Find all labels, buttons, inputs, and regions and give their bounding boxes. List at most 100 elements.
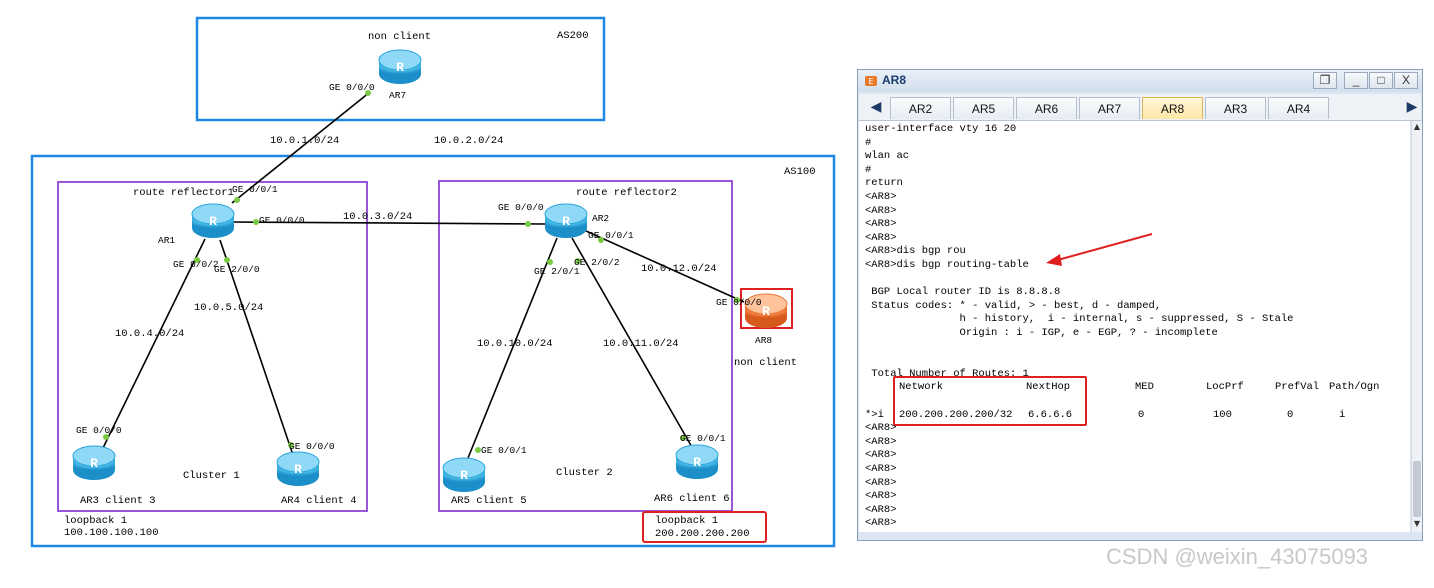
- app-icon: E: [865, 76, 877, 86]
- console-line: #: [865, 136, 872, 149]
- title-bar: E AR8 ❐ _ □ X: [858, 70, 1422, 92]
- scroll-up-icon[interactable]: ▲: [1412, 122, 1422, 134]
- route-highlight-box: [893, 376, 1087, 426]
- console-line: #: [865, 163, 872, 176]
- as200-label: AS200: [557, 30, 589, 42]
- loopback1-label: loopback 1: [64, 515, 127, 527]
- route-table-header: MED: [1135, 381, 1154, 394]
- route-cell-locprf: 100: [1213, 408, 1232, 421]
- ar2-name-label: AR2: [592, 213, 609, 224]
- link-ar1-ar3: [102, 238, 206, 449]
- cluster1-label: Cluster 1: [183, 470, 240, 482]
- route-status: *>i: [865, 408, 884, 421]
- ar6-label: AR6 client 6: [654, 493, 730, 505]
- console-line: Origin : i - IGP, e - EGP, ? - incomplet…: [865, 327, 1218, 339]
- router-glyph: R: [209, 214, 217, 229]
- console-line: Status codes: * - valid, > - best, d - d…: [865, 299, 1162, 312]
- tab-ar7[interactable]: AR7: [1079, 97, 1140, 119]
- ar4-label: AR4 client 4: [281, 495, 357, 507]
- vertical-scrollbar[interactable]: ▲ ▼: [1411, 121, 1422, 532]
- scroll-thumb[interactable]: [1413, 461, 1421, 517]
- tab-bar: ◀ AR2 AR5 AR6 AR7 AR8 AR3 AR4 ▶: [859, 94, 1421, 121]
- ar1-port-down-label: GE 2/0/0: [214, 264, 260, 275]
- link-label-ar2-ar5: 10.0.10.0/24: [477, 338, 553, 350]
- route-table-header: LocPrf: [1206, 381, 1244, 394]
- console-line: <AR8>: [865, 218, 897, 231]
- ar3-port-label: GE 0/0/0: [76, 425, 122, 436]
- console-line: <AR8>: [865, 476, 897, 489]
- port-dot: [547, 259, 553, 265]
- window-title: AR8: [882, 73, 907, 87]
- router-glyph: R: [693, 455, 701, 470]
- tab-ar5[interactable]: AR5: [953, 97, 1014, 119]
- ar2-port-down-right-label: GE 2/0/2: [574, 257, 620, 268]
- ar7-port-label: GE 0/0/0: [329, 82, 375, 93]
- ar1-name-label: AR1: [158, 235, 175, 246]
- console-line: <AR8>dis bgp rou: [865, 245, 966, 258]
- ar8-role-label: non client: [734, 357, 797, 369]
- router-glyph: R: [762, 304, 770, 319]
- ar3-label: AR3 client 3: [80, 495, 156, 507]
- tab-ar4[interactable]: AR4: [1268, 97, 1329, 119]
- link-label-ar2-ar8: 10.0.12.0/24: [641, 263, 717, 275]
- console-line: <AR8>: [865, 422, 897, 435]
- ar8-port-label: GE 0/0/0: [716, 297, 762, 308]
- console-line: h - history, i - internal, s - suppresse…: [865, 313, 1294, 326]
- ar6-port-label: GE 0/0/1: [680, 433, 726, 444]
- console-line: return: [865, 177, 903, 190]
- loopback2-label: loopback 1: [655, 515, 718, 527]
- router-ar2-icon[interactable]: R: [544, 203, 588, 238]
- close-button[interactable]: X: [1394, 72, 1418, 89]
- ar1-port-up-label: GE 0/0/1: [232, 184, 278, 195]
- ar8-name-label: AR8: [755, 335, 772, 346]
- maximize-button[interactable]: □: [1369, 72, 1393, 89]
- route-cell-med: 0: [1138, 408, 1145, 421]
- router-ar4-icon[interactable]: R: [276, 451, 320, 486]
- router-glyph: R: [90, 456, 98, 471]
- console-line: <AR8>: [865, 503, 897, 516]
- route-table-header: Path/Ogn: [1329, 381, 1380, 394]
- router-ar7-icon[interactable]: R: [378, 49, 422, 84]
- ar5-port-label: GE 0/0/1: [481, 445, 527, 456]
- tab-scroll-left-icon[interactable]: ◀: [869, 98, 883, 116]
- console-line: <AR8>: [865, 490, 897, 503]
- loopback1-ip: 100.100.100.100: [64, 527, 159, 539]
- ar5-label: AR5 client 5: [451, 495, 527, 507]
- console-line: <AR8>: [865, 435, 897, 448]
- tab-scroll-right-icon[interactable]: ▶: [1405, 98, 1419, 116]
- as100-label: AS100: [784, 166, 816, 178]
- router-ar5-icon[interactable]: R: [442, 457, 486, 492]
- route-cell-prefval: 0: [1287, 408, 1294, 421]
- router-ar3-icon[interactable]: R: [72, 445, 116, 480]
- svg-text:E: E: [868, 77, 873, 86]
- watermark: CSDN @weixin_43075093: [1106, 544, 1369, 569]
- link-label-ar1-ar3: 10.0.4.0/24: [115, 328, 184, 340]
- tab-ar2[interactable]: AR2: [890, 97, 951, 119]
- tab-ar8[interactable]: AR8: [1142, 97, 1203, 119]
- annotation-arrow-icon: [1046, 233, 1153, 266]
- router-glyph: R: [396, 60, 404, 75]
- console-line: <AR8>: [865, 204, 897, 217]
- router-ar6-icon[interactable]: R: [675, 444, 719, 479]
- terminal-window: E AR8 ❐ _ □ X ◀ AR2 AR5 AR6 AR7 AR8 AR3 AR4 ▶ …: [857, 69, 1423, 541]
- port-dot: [525, 221, 531, 227]
- port-dot: [224, 257, 230, 263]
- link-label-ar2-ar6: 10.0.11.0/24: [603, 338, 679, 350]
- scroll-down-icon[interactable]: ▼: [1412, 519, 1422, 531]
- ar7-name-label: AR7: [389, 90, 406, 101]
- router-glyph: R: [460, 468, 468, 483]
- links: [102, 91, 745, 464]
- restore-button[interactable]: ❐: [1313, 72, 1337, 89]
- tab-ar3[interactable]: AR3: [1205, 97, 1266, 119]
- network-topology: R R R R R R R R AS200 non client GE 0/0/…: [30, 16, 836, 548]
- link-label-ar1-ar2: 10.0.3.0/24: [343, 211, 412, 223]
- tab-ar6[interactable]: AR6: [1016, 97, 1077, 119]
- console-output[interactable]: user-interface vty 16 20 # wlan ac # return <…: [859, 121, 1410, 532]
- router-ar1-icon[interactable]: R: [191, 203, 235, 238]
- as100-box: [30, 154, 836, 548]
- link-label-ar1-ar4: 10.0.5.0/24: [194, 302, 263, 314]
- console-line: <AR8>: [865, 449, 897, 462]
- minimize-button[interactable]: _: [1344, 72, 1368, 89]
- console-line: BGP Local router ID is 8.8.8.8: [865, 286, 1061, 299]
- cluster2-label: Cluster 2: [556, 467, 613, 479]
